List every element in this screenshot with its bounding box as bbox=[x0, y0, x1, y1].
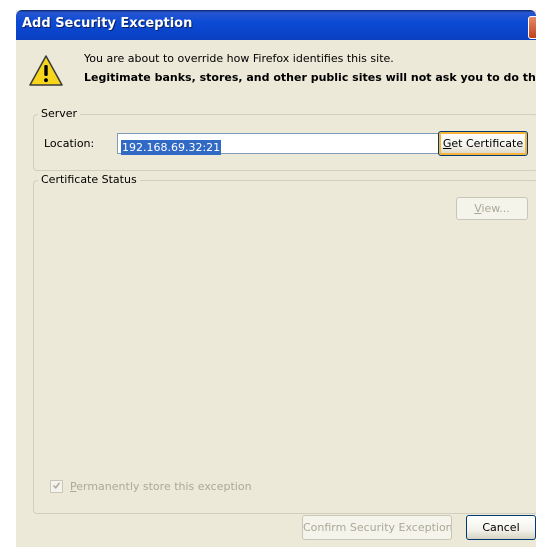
permanently-store-text: ermanently store this exception bbox=[76, 480, 252, 493]
warning-emphasis: Legitimate banks, stores, and other publ… bbox=[84, 71, 536, 84]
title-bar[interactable]: Add Security Exception bbox=[16, 10, 536, 40]
close-window-button[interactable] bbox=[528, 16, 536, 39]
permanently-store-label[interactable]: Permanently store this exception bbox=[70, 480, 252, 493]
warning-triangle-icon bbox=[29, 55, 63, 86]
certificate-status-label: Certificate Status bbox=[38, 173, 140, 186]
certificate-status-group bbox=[33, 180, 536, 514]
location-label: Location: bbox=[44, 137, 95, 150]
get-certificate-button[interactable]: Get Certificate bbox=[438, 131, 528, 156]
add-security-exception-dialog: Add Security Exception You are about to … bbox=[16, 10, 536, 547]
dialog-title: Add Security Exception bbox=[22, 16, 193, 31]
warning-message: You are about to override how Firefox id… bbox=[84, 52, 394, 65]
get-certificate-label: et Certificate bbox=[451, 137, 524, 150]
permanently-store-checkbox[interactable] bbox=[50, 480, 63, 493]
confirm-security-exception-button[interactable]: Confirm Security Exception bbox=[302, 515, 452, 540]
server-group-label: Server bbox=[38, 107, 81, 120]
view-label: iew... bbox=[481, 202, 510, 215]
view-certificate-button[interactable]: View... bbox=[456, 197, 528, 220]
checkmark-icon bbox=[53, 482, 60, 489]
location-value: 192.168.69.32:21 bbox=[121, 140, 222, 155]
cancel-button[interactable]: Cancel bbox=[466, 515, 536, 540]
location-input[interactable]: 192.168.69.32:21 bbox=[117, 133, 443, 155]
